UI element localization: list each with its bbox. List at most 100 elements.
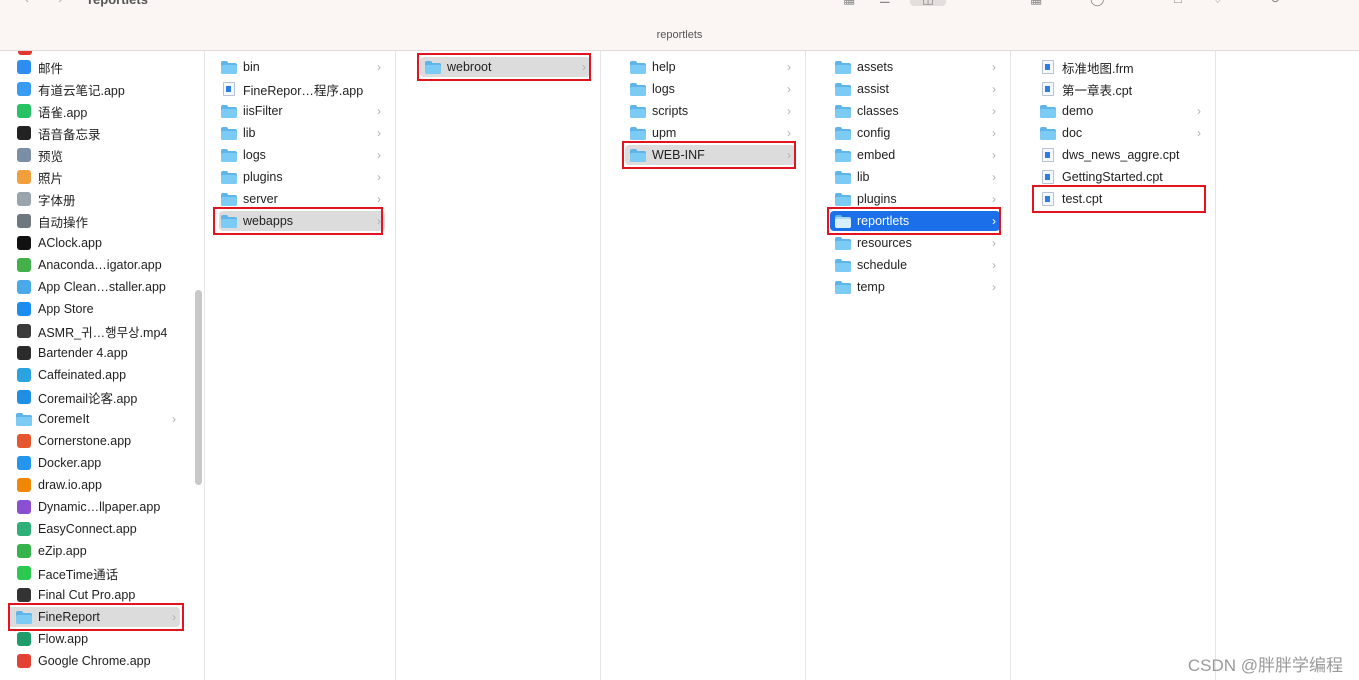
sidebar-item-app[interactable]: 有道云笔记.app	[8, 79, 180, 99]
chevron-right-icon: ›	[377, 104, 381, 118]
sidebar-item-item[interactable]: 语音备忘录	[8, 123, 180, 143]
chevron-right-icon: ›	[992, 148, 996, 162]
sidebar-item-app-store[interactable]: App Store	[8, 299, 180, 319]
chevron-right-icon: ›	[787, 60, 791, 74]
column3-item-resources[interactable]: resources ›	[830, 233, 1000, 253]
column4-item-gettingstarted-cpt[interactable]: GettingStarted.cpt	[1035, 167, 1205, 187]
column3-item-assist[interactable]: assist ›	[830, 79, 1000, 99]
group-icon[interactable]: ▦	[1030, 0, 1050, 6]
item-label: FaceTime通话	[38, 567, 119, 582]
chevron-right-icon: ›	[377, 214, 381, 228]
more-icon[interactable]: ♡	[1212, 0, 1230, 6]
tag-icon[interactable]: □	[1174, 0, 1190, 6]
sidebar-item-google-chrome-app[interactable]: Google Chrome.app	[8, 651, 180, 671]
column0-item-server[interactable]: server ›	[219, 189, 385, 209]
item-label: 有道云笔记.app	[38, 83, 125, 98]
column1-item-webroot[interactable]: webroot ›	[420, 57, 590, 77]
column4-item-demo[interactable]: demo ›	[1035, 101, 1205, 121]
item-label: App Store	[38, 302, 94, 316]
column0-item-iisfilter[interactable]: iisFilter ›	[219, 101, 385, 121]
column3-item-schedule[interactable]: schedule ›	[830, 255, 1000, 275]
column4-item-cpt[interactable]: 第一章表.cpt	[1035, 79, 1205, 99]
sidebar-scrollbar[interactable]	[195, 290, 202, 485]
sidebar-item-app-clean-staller-app[interactable]: App Clean…staller.app	[8, 277, 180, 297]
reportlets-column[interactable]: 标准地图.frm 第一章表.cpt demo › doc › dws_news_aggre.…	[1011, 51, 1216, 680]
column0-item-finerepor-app[interactable]: FineRepor…程序.app	[219, 79, 385, 99]
sidebar-item-item[interactable]: 字体册	[8, 189, 180, 209]
sidebar-item-item[interactable]: 邮件	[8, 57, 180, 77]
column3-item-reportlets[interactable]: reportlets ›	[830, 211, 1000, 231]
easyconnect-icon	[16, 521, 32, 537]
column2-item-logs[interactable]: logs ›	[625, 79, 795, 99]
aclock-icon	[16, 235, 32, 251]
chevron-right-icon: ›	[787, 104, 791, 118]
column3-item-embed[interactable]: embed ›	[830, 145, 1000, 165]
gallery-view-icon[interactable]: ⋯	[957, 0, 977, 6]
cpt-file-icon	[1040, 191, 1056, 207]
item-label: reportlets	[857, 214, 910, 228]
webroot-column[interactable]: help › logs › scripts › upm › WEB-INF ›	[601, 51, 806, 680]
sidebar-item-finereport[interactable]: FineReport ›	[8, 607, 180, 627]
sidebar-item-draw-io-app[interactable]: draw.io.app	[8, 475, 180, 495]
webapps-column[interactable]: webroot ›	[396, 51, 601, 680]
column4-item-dws-news-aggre-cpt[interactable]: dws_news_aggre.cpt	[1035, 145, 1205, 165]
folder-icon	[16, 609, 32, 625]
column2-item-upm[interactable]: upm ›	[625, 123, 795, 143]
sidebar-item-aclock-app[interactable]: AClock.app	[8, 233, 180, 253]
sidebar-item-flow-app[interactable]: Flow.app	[8, 629, 180, 649]
search-icon[interactable]: ↺	[1270, 0, 1288, 6]
sidebar-column[interactable]: 邮件有道云笔记.app 语雀.app 语音备忘录 预览 照片 字体册 自动操作 AClock.…	[0, 51, 205, 680]
sidebar-item-caffeinated-app[interactable]: Caffeinated.app	[8, 365, 180, 385]
sidebar-item-final-cut-pro-app[interactable]: Final Cut Pro.app	[8, 585, 180, 605]
sidebar-item-docker-app[interactable]: Docker.app	[8, 453, 180, 473]
item-label: plugins	[857, 192, 897, 206]
finereport-column[interactable]: bin › FineRepor…程序.app iisFilter › lib › logs › p…	[205, 51, 396, 680]
column2-item-scripts[interactable]: scripts ›	[625, 101, 795, 121]
column3-item-lib[interactable]: lib ›	[830, 167, 1000, 187]
sidebar-item-coremail-app[interactable]: Coremail论客.app	[8, 387, 180, 407]
sidebar-item-anaconda-igator-app[interactable]: Anaconda…igator.app	[8, 255, 180, 275]
column0-item-logs[interactable]: logs ›	[219, 145, 385, 165]
column3-item-plugins[interactable]: plugins ›	[830, 189, 1000, 209]
chevron-right-icon: ›	[992, 82, 996, 96]
column0-item-plugins[interactable]: plugins ›	[219, 167, 385, 187]
sidebar-item-asmr-mp4[interactable]: ASMR_귀…행무상.mp4	[8, 321, 180, 341]
web-inf-column[interactable]: assets › assist › classes › config › embed › lib › p…	[806, 51, 1011, 680]
column4-item-frm[interactable]: 标准地图.frm	[1035, 57, 1205, 77]
column-view-icon[interactable]: ◫	[910, 0, 946, 6]
youdao-note-icon	[16, 81, 32, 97]
sidebar-item-cornerstone-app[interactable]: Cornerstone.app	[8, 431, 180, 451]
drawio-icon	[16, 477, 32, 493]
column3-item-assets[interactable]: assets ›	[830, 57, 1000, 77]
forward-button[interactable]: ›	[58, 0, 63, 8]
column3-item-temp[interactable]: temp ›	[830, 277, 1000, 297]
sidebar-item-bartender-4-app[interactable]: Bartender 4.app	[8, 343, 180, 363]
share-icon[interactable]: ◯	[1090, 0, 1108, 6]
column3-item-classes[interactable]: classes ›	[830, 101, 1000, 121]
column2-item-web-inf[interactable]: WEB-INF ›	[625, 145, 795, 165]
sidebar-item-coremeit[interactable]: CoremeIt ›	[8, 409, 180, 429]
sidebar-item-item[interactable]: 照片	[8, 167, 180, 187]
column0-item-lib[interactable]: lib ›	[219, 123, 385, 143]
list-view-icon[interactable]: ☰	[879, 0, 897, 6]
column2-item-help[interactable]: help ›	[625, 57, 795, 77]
sidebar-item-easyconnect-app[interactable]: EasyConnect.app	[8, 519, 180, 539]
back-button[interactable]: ‹	[24, 0, 29, 8]
app-cleaner-icon	[16, 279, 32, 295]
column4-item-test-cpt[interactable]: test.cpt	[1035, 189, 1205, 209]
sidebar-item-item[interactable]: 自动操作	[8, 211, 180, 231]
sidebar-item-item[interactable]: 预览	[8, 145, 180, 165]
sidebar-item-ezip-app[interactable]: eZip.app	[8, 541, 180, 561]
sidebar-item-dynamic-llpaper-app[interactable]: Dynamic…llpaper.app	[8, 497, 180, 517]
column4-item-doc[interactable]: doc ›	[1035, 123, 1205, 143]
icon-view-icon[interactable]: ▦	[843, 0, 861, 6]
column0-item-webapps[interactable]: webapps ›	[219, 211, 385, 231]
frm-file-icon	[1040, 59, 1056, 75]
item-label: test.cpt	[1062, 192, 1103, 206]
column0-item-bin[interactable]: bin ›	[219, 57, 385, 77]
column3-item-config[interactable]: config ›	[830, 123, 1000, 143]
sidebar-item-app[interactable]: 语雀.app	[8, 101, 180, 121]
sidebar-item-facetime[interactable]: FaceTime通话	[8, 563, 180, 583]
empty-column	[1216, 51, 1359, 680]
chevron-right-icon: ›	[582, 60, 586, 74]
